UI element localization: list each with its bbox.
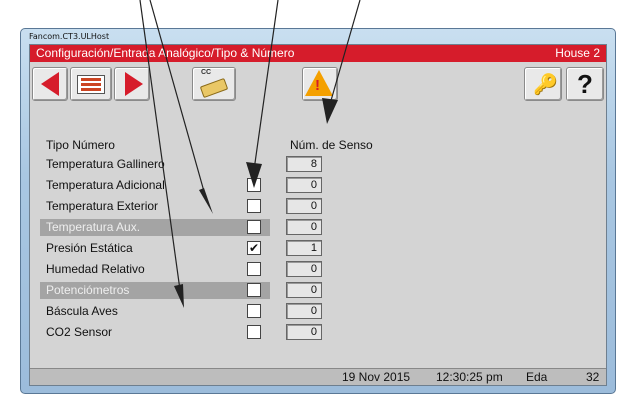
sensor-enable-checkbox[interactable]	[247, 220, 261, 234]
sensor-type-label: Temperatura Exterior	[46, 199, 159, 213]
status-bar: 19 Nov 2015 12:30:25 pm Eda 32	[30, 368, 606, 385]
table-row: Temperatura Exterior	[40, 198, 270, 215]
list-button[interactable]	[70, 67, 112, 101]
sensor-type-label: CO2 Sensor	[46, 325, 113, 339]
alarm-button[interactable]: !	[302, 67, 338, 101]
arrow-left-icon	[41, 72, 59, 96]
client-area: Configuración/Entrada Analógico/Tipo & N…	[29, 44, 607, 386]
window-title: Fancom.CT3.ULHost	[29, 32, 110, 41]
sensor-number-field[interactable]: 0	[286, 282, 322, 298]
app-window: Fancom.CT3.ULHost Configuración/Entrada …	[20, 28, 616, 394]
sensor-type-label: Temperatura Aux.	[46, 220, 141, 234]
sensor-type-label: Presión Estática	[46, 241, 133, 255]
help-icon: ?	[577, 69, 593, 99]
list-icon	[77, 75, 105, 94]
sensor-enable-checkbox[interactable]	[247, 283, 261, 297]
arrow-right-icon	[125, 72, 143, 96]
cc-ticket-button[interactable]: CC	[192, 67, 236, 101]
type-column-header: Tipo Número	[46, 138, 115, 152]
sensor-number-field[interactable]: 0	[286, 261, 322, 277]
sensor-number-field[interactable]: 1	[286, 240, 322, 256]
next-button[interactable]	[114, 67, 150, 101]
toolbar: CC ! 🔑 ?	[30, 63, 606, 107]
table-row: CO2 Sensor	[40, 324, 270, 341]
access-key-button[interactable]: 🔑	[524, 67, 562, 101]
table-row: Humedad Relativo	[40, 261, 270, 278]
sensor-type-label: Báscula Aves	[46, 304, 118, 318]
age-label: Eda	[526, 370, 548, 384]
sensor-column-header: Núm. de Senso	[290, 138, 373, 152]
previous-button[interactable]	[32, 67, 68, 101]
sensor-type-label: Temperatura Adicional	[46, 178, 165, 192]
sensor-enable-checkbox[interactable]	[247, 304, 261, 318]
table-row: Potenciómetros	[40, 282, 270, 299]
ticket-icon	[199, 77, 229, 99]
sensor-enable-checkbox[interactable]	[247, 325, 261, 339]
sensor-number-field[interactable]: 0	[286, 198, 322, 214]
table-row: Báscula Aves	[40, 303, 270, 320]
help-button[interactable]: ?	[566, 67, 604, 101]
sensor-enable-checkbox[interactable]	[247, 199, 261, 213]
sensor-number-field[interactable]: 8	[286, 156, 322, 172]
sensor-number-field[interactable]: 0	[286, 219, 322, 235]
table-row: Presión Estática	[40, 240, 270, 257]
sensor-type-label: Potenciómetros	[46, 283, 130, 297]
sensor-type-label: Humedad Relativo	[46, 262, 145, 276]
sensor-number-field[interactable]: 0	[286, 177, 322, 193]
screen-header: Configuración/Entrada Analógico/Tipo & N…	[30, 45, 606, 62]
table-row: Temperatura Adicional	[40, 177, 270, 194]
cc-label: CC	[201, 69, 212, 76]
sensor-enable-checkbox[interactable]	[247, 178, 261, 192]
breadcrumb: Configuración/Entrada Analógico/Tipo & N…	[36, 46, 295, 60]
sensor-enable-checkbox[interactable]: ✔	[247, 241, 261, 255]
sensor-enable-checkbox[interactable]	[247, 262, 261, 276]
age-value: 32	[586, 370, 600, 384]
warning-mark: !	[315, 77, 320, 94]
table-row: Temperatura Gallinero	[40, 156, 270, 173]
sensor-number-field[interactable]: 0	[286, 324, 322, 340]
status-date: 19 Nov 2015	[342, 370, 411, 384]
key-icon: 🔑	[533, 74, 558, 96]
sensor-type-label: Temperatura Gallinero	[46, 157, 165, 171]
sensor-number-field[interactable]: 0	[286, 303, 322, 319]
status-time: 12:30:25 pm	[436, 370, 503, 384]
table-row: Temperatura Aux.	[40, 219, 270, 236]
house-label: House 2	[555, 46, 600, 60]
